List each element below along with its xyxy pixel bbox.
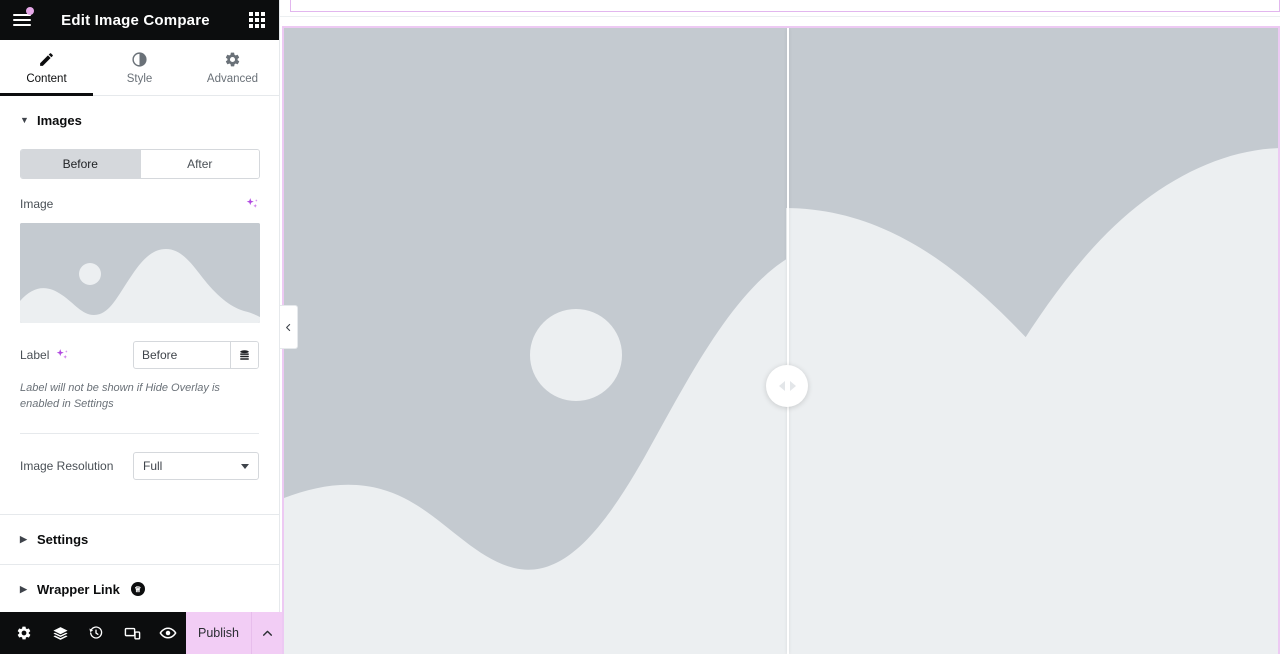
caret-down-icon: ▼ [20, 115, 29, 125]
navigator-icon[interactable] [42, 612, 78, 654]
panel-tabs: Content Style Advanced [0, 40, 279, 96]
panel-collapse-button[interactable] [280, 305, 298, 349]
arrow-right-icon [789, 381, 796, 391]
contrast-icon [132, 51, 147, 67]
section-images-content: Before After Image Label Before Label wi… [0, 149, 279, 514]
editor-canvas [280, 0, 1280, 654]
label-hint: Label will not be shown if Hide Overlay … [20, 382, 220, 410]
choice-before[interactable]: Before [21, 150, 141, 178]
panel-body: ▼ Images Before After Image Label Before… [0, 96, 279, 612]
chevron-down-icon [241, 463, 249, 469]
compare-drag-handle[interactable] [766, 365, 808, 407]
image-thumbnail[interactable] [20, 223, 260, 323]
section-settings-header[interactable]: ▶ Settings [0, 515, 279, 564]
publish-group: Publish [186, 612, 282, 654]
footer-tools [0, 612, 186, 654]
control-divider [20, 432, 259, 434]
page-title: Edit Image Compare [61, 11, 210, 29]
widgets-grid-icon[interactable] [235, 0, 279, 40]
elementor-editor: Edit Image Compare Content Style Advance… [0, 0, 1280, 654]
panel-footer: Publish [0, 612, 282, 654]
section-images-title: Images [37, 113, 82, 128]
pencil-icon [40, 52, 53, 66]
chevron-up-icon[interactable] [251, 612, 282, 654]
section-images: ▼ Images Before After Image Label Before… [0, 96, 279, 515]
notification-dot [26, 7, 34, 15]
section-wrapper-link-header[interactable]: ▶ Wrapper Link ♕ [0, 565, 279, 612]
image-resolution-value: Full [143, 458, 163, 473]
dynamic-tags-icon[interactable] [230, 342, 258, 368]
panel-header: Edit Image Compare [0, 0, 279, 40]
settings-icon[interactable] [6, 612, 42, 654]
before-after-switcher: Before After [20, 149, 260, 179]
pro-crown-badge: ♕ [130, 582, 145, 597]
image-resolution-select[interactable]: Full [133, 451, 259, 480]
tab-advanced-label: Advanced [206, 72, 259, 85]
ai-sparkle-icon[interactable] [55, 348, 69, 362]
tab-style[interactable]: Style [93, 40, 186, 95]
image-control-label: Image [20, 197, 54, 211]
hamburger-menu-icon[interactable] [0, 0, 44, 40]
image-resolution-row: Image Resolution Full [20, 451, 259, 480]
history-icon[interactable] [78, 612, 114, 654]
caret-right-icon: ▶ [20, 583, 27, 594]
section-settings-title: Settings [37, 531, 89, 547]
editor-panel: Edit Image Compare Content Style Advance… [0, 0, 298, 654]
image-resolution-label: Image Resolution [20, 458, 114, 473]
tab-advanced[interactable]: Advanced [186, 40, 279, 95]
tab-style-label: Style [126, 72, 153, 85]
section-wrapper-link: ▶ Wrapper Link ♕ [0, 565, 279, 612]
label-control-label: Label [20, 348, 50, 362]
gear-icon [225, 52, 240, 66]
ai-sparkle-icon[interactable] [245, 197, 259, 211]
section-images-header[interactable]: ▼ Images [0, 96, 279, 145]
label-input-wrapper [133, 341, 259, 369]
section-divider [280, 16, 1280, 17]
publish-button[interactable]: Publish [186, 612, 251, 654]
section-outline [290, 0, 1280, 12]
tab-content-label: Content [26, 72, 67, 85]
image-control-row: Image [20, 197, 259, 211]
image-compare-viewport [284, 28, 1278, 654]
section-settings: ▶ Settings [0, 515, 279, 565]
chevron-left-icon [286, 323, 291, 331]
label-input[interactable] [134, 342, 230, 368]
caret-right-icon: ▶ [20, 533, 27, 544]
choice-after[interactable]: After [140, 150, 259, 178]
section-wrapper-link-title: Wrapper Link [37, 581, 120, 597]
preview-icon[interactable] [150, 612, 186, 654]
arrow-left-icon [778, 381, 785, 391]
compare-divider-line[interactable] [787, 28, 789, 654]
tab-content[interactable]: Content [0, 40, 93, 96]
label-control-row: Label [20, 341, 259, 369]
image-compare-widget[interactable] [282, 26, 1280, 654]
responsive-icon[interactable] [114, 612, 150, 654]
